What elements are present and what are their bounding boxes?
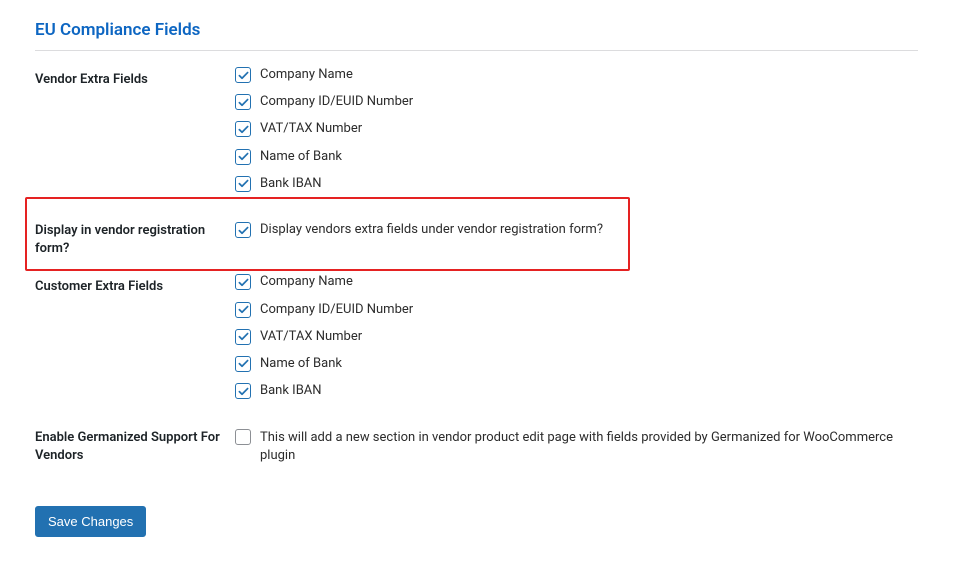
option-label: Name of Bank [260, 355, 342, 373]
option-label: Company Name [260, 66, 353, 84]
section-title: EU Compliance Fields [35, 20, 918, 51]
option-label: Company ID/EUID Number [260, 301, 413, 319]
option-customer-company-id: Company ID/EUID Number [235, 301, 918, 319]
checkbox-vendor-company-name[interactable] [235, 67, 251, 83]
option-vendor-iban: Bank IBAN [235, 175, 918, 193]
row-vendor-extra-fields: Vendor Extra Fields Company Name Company… [35, 51, 918, 202]
option-label: VAT/TAX Number [260, 120, 362, 138]
checkbox-vendor-company-id[interactable] [235, 94, 251, 110]
option-vendor-company-name: Company Name [235, 66, 918, 84]
row-customer-extra-fields: Customer Extra Fields Company Name Compa… [35, 258, 918, 409]
option-display-vendor-reg: Display vendors extra fields under vendo… [235, 221, 918, 239]
checkbox-customer-company-id[interactable] [235, 302, 251, 318]
save-button[interactable]: Save Changes [35, 506, 146, 537]
check-icon [238, 151, 249, 162]
check-icon [238, 331, 249, 342]
option-label: This will add a new section in vendor pr… [260, 429, 918, 465]
checkbox-customer-company-name[interactable] [235, 274, 251, 290]
checkbox-customer-bank-name[interactable] [235, 356, 251, 372]
checkbox-customer-vat[interactable] [235, 329, 251, 345]
check-icon [238, 178, 249, 189]
option-germanized: This will add a new section in vendor pr… [235, 429, 918, 465]
label-germanized: Enable Germanized Support For Vendors [35, 409, 235, 465]
settings-form-table: Vendor Extra Fields Company Name Company… [35, 51, 918, 466]
option-label: Bank IBAN [260, 382, 322, 400]
check-icon [238, 97, 249, 108]
option-customer-bank-name: Name of Bank [235, 355, 918, 373]
label-customer-extra-fields: Customer Extra Fields [35, 258, 235, 409]
check-icon [238, 70, 249, 81]
check-icon [238, 277, 249, 288]
option-customer-iban: Bank IBAN [235, 382, 918, 400]
checkbox-vendor-iban[interactable] [235, 176, 251, 192]
checkbox-germanized[interactable] [235, 429, 251, 445]
option-vendor-bank-name: Name of Bank [235, 148, 918, 166]
check-icon [238, 358, 249, 369]
option-vendor-vat: VAT/TAX Number [235, 120, 918, 138]
check-icon [238, 124, 249, 135]
check-icon [238, 304, 249, 315]
option-label: Company ID/EUID Number [260, 93, 413, 111]
option-label: Name of Bank [260, 148, 342, 166]
label-vendor-extra-fields: Vendor Extra Fields [35, 51, 235, 202]
checkbox-customer-iban[interactable] [235, 383, 251, 399]
row-germanized: Enable Germanized Support For Vendors Th… [35, 409, 918, 465]
option-label: Company Name [260, 273, 353, 291]
check-icon [238, 225, 249, 236]
checkbox-vendor-bank-name[interactable] [235, 149, 251, 165]
option-customer-company-name: Company Name [235, 273, 918, 291]
option-vendor-company-id: Company ID/EUID Number [235, 93, 918, 111]
option-label: Display vendors extra fields under vendo… [260, 221, 603, 239]
option-label: VAT/TAX Number [260, 328, 362, 346]
option-label: Bank IBAN [260, 175, 322, 193]
check-icon [238, 386, 249, 397]
row-display-vendor-reg: Display in vendor registration form? Dis… [35, 202, 918, 258]
checkbox-vendor-vat[interactable] [235, 121, 251, 137]
checkbox-display-vendor-reg[interactable] [235, 222, 251, 238]
label-display-vendor-reg: Display in vendor registration form? [35, 202, 235, 258]
option-customer-vat: VAT/TAX Number [235, 328, 918, 346]
